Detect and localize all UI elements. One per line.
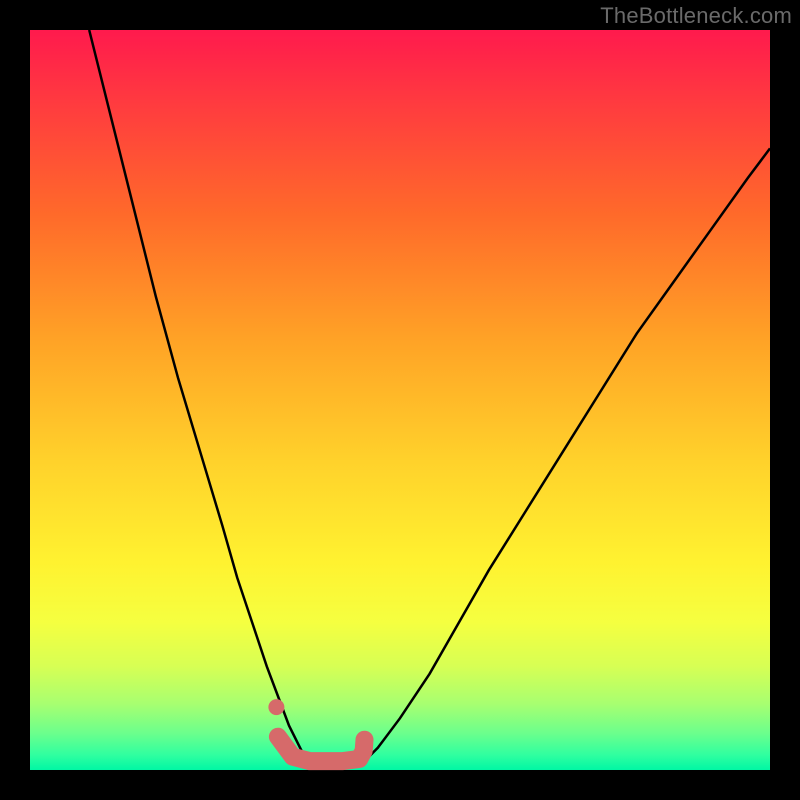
watermark-text: TheBottleneck.com: [600, 3, 792, 29]
chart-plot-area: [30, 30, 770, 770]
left-curve: [89, 30, 307, 763]
chart-svg: [30, 30, 770, 770]
chart-frame: TheBottleneck.com: [0, 0, 800, 800]
right-curve: [363, 148, 770, 762]
bottom-marks: [268, 699, 364, 761]
